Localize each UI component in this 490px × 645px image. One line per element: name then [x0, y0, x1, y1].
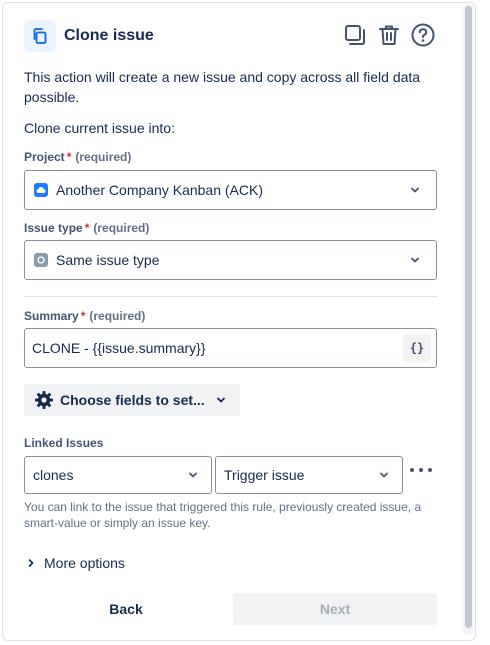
- section-divider: [24, 296, 437, 297]
- required-text: (required): [93, 221, 150, 235]
- action-description: This action will create a new issue and …: [24, 69, 421, 105]
- next-button[interactable]: Next: [233, 593, 437, 625]
- chevron-down-icon: [380, 472, 388, 478]
- clone-into-label: Clone current issue into:: [24, 120, 175, 136]
- chevron-down-icon: [189, 472, 197, 478]
- copy-icon: [24, 20, 56, 52]
- summary-field: {}: [24, 328, 437, 368]
- issue-type-select-value: Same issue type: [56, 252, 160, 268]
- choose-fields-button[interactable]: Choose fields to set...: [24, 384, 240, 416]
- required-text: (required): [75, 150, 132, 164]
- linked-issues-label: Linked Issues: [24, 436, 104, 450]
- smart-value-button[interactable]: {}: [403, 334, 431, 362]
- chevron-down-icon: [411, 187, 419, 193]
- choose-fields-label: Choose fields to set...: [60, 392, 205, 408]
- link-type-select[interactable]: clones: [24, 456, 212, 494]
- required-text: (required): [89, 309, 146, 323]
- project-label: Project * (required): [24, 150, 131, 164]
- summary-label: Summary * (required): [24, 309, 145, 323]
- project-label-text: Project: [24, 150, 65, 164]
- issue-type-label-text: Issue type: [24, 221, 83, 235]
- issue-type-label: Issue type * (required): [24, 221, 149, 235]
- more-options-toggle[interactable]: More options: [26, 555, 125, 571]
- more-actions-icon[interactable]: [410, 462, 432, 478]
- cloud-project-icon: [34, 183, 48, 197]
- issue-type-select[interactable]: Same issue type: [24, 240, 437, 280]
- link-type-value: clones: [33, 467, 74, 483]
- linked-issues-helper-text: You can link to the issue that triggered…: [24, 500, 422, 530]
- link-target-value: Trigger issue: [224, 467, 305, 483]
- required-asterisk: *: [80, 309, 86, 323]
- required-asterisk: *: [84, 221, 90, 235]
- issue-type-icon: [34, 253, 48, 267]
- duplicate-icon[interactable]: [343, 23, 367, 47]
- chevron-right-icon: [28, 559, 34, 567]
- scrollbar-thumb[interactable]: [465, 6, 472, 628]
- header-actions: [343, 23, 435, 47]
- back-button[interactable]: Back: [24, 593, 228, 625]
- panel-title: Clone issue: [64, 27, 154, 44]
- link-target-select[interactable]: Trigger issue: [215, 456, 403, 494]
- gear-icon: [35, 391, 53, 409]
- project-select-value: Another Company Kanban (ACK): [56, 182, 263, 198]
- summary-label-text: Summary: [24, 309, 79, 323]
- help-icon[interactable]: [411, 23, 435, 47]
- summary-input[interactable]: [25, 329, 395, 367]
- chevron-down-icon: [411, 257, 419, 263]
- chevron-down-icon: [216, 397, 225, 403]
- more-options-label: More options: [44, 555, 125, 571]
- project-select[interactable]: Another Company Kanban (ACK): [24, 170, 437, 210]
- delete-icon[interactable]: [377, 23, 401, 47]
- required-asterisk: *: [66, 150, 72, 164]
